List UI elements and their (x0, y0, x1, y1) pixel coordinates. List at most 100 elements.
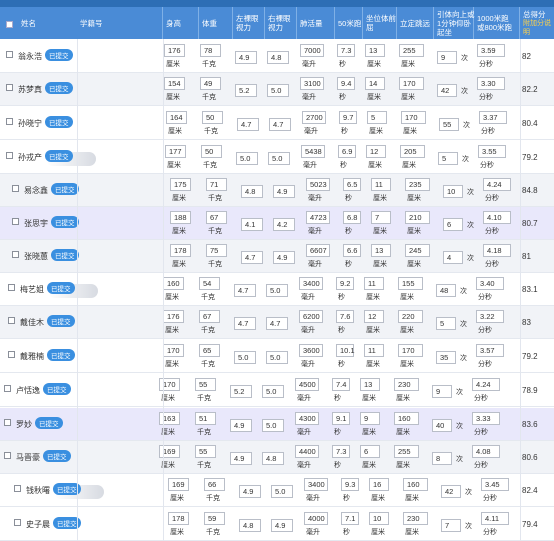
pullup-input[interactable]: 40 (432, 419, 452, 432)
lung-input[interactable]: 6607 (306, 244, 330, 257)
left-eye-input[interactable]: 4.7 (234, 317, 256, 330)
height-input[interactable]: 177 (165, 145, 186, 158)
run1000-input[interactable]: 4.24 (472, 378, 500, 391)
left-eye-input[interactable]: 5.0 (234, 351, 256, 364)
run50-input[interactable]: 9.4 (337, 77, 355, 90)
weight-input[interactable]: 66 (204, 478, 225, 491)
run50-input[interactable]: 7.3 (332, 445, 350, 458)
row-checkbox[interactable] (6, 84, 13, 91)
height-input[interactable]: 169 (168, 478, 189, 491)
left-eye-input[interactable]: 4.8 (239, 519, 261, 532)
height-input[interactable]: 188 (170, 211, 191, 224)
pullup-input[interactable]: 48 (436, 284, 456, 297)
sit-reach-input[interactable]: 12 (366, 145, 386, 158)
run1000-input[interactable]: 3.57 (476, 344, 504, 357)
weight-input[interactable]: 78 (200, 44, 221, 57)
sit-reach-input[interactable]: 9 (360, 412, 380, 425)
left-eye-input[interactable]: 4.9 (230, 419, 252, 432)
lung-input[interactable]: 5438 (301, 145, 325, 158)
run1000-input[interactable]: 3.55 (478, 145, 506, 158)
height-input[interactable]: 178 (168, 512, 189, 525)
long-jump-input[interactable]: 220 (398, 310, 423, 323)
lung-input[interactable]: 5023 (306, 178, 330, 191)
sit-reach-input[interactable]: 6 (360, 445, 380, 458)
pullup-input[interactable]: 35 (436, 351, 456, 364)
run1000-input[interactable]: 3.33 (472, 412, 500, 425)
left-eye-input[interactable]: 4.9 (239, 485, 261, 498)
weight-input[interactable]: 54 (199, 277, 220, 290)
run1000-input[interactable]: 3.59 (477, 44, 505, 57)
right-eye-input[interactable]: 5.0 (266, 284, 288, 297)
row-checkbox[interactable] (12, 218, 19, 225)
pullup-input[interactable]: 5 (438, 152, 458, 165)
left-eye-input[interactable]: 5.2 (230, 385, 252, 398)
run1000-input[interactable]: 4.08 (472, 445, 500, 458)
height-input[interactable]: 175 (170, 178, 191, 191)
left-eye-input[interactable]: 4.8 (241, 185, 263, 198)
lung-input[interactable]: 2700 (302, 111, 326, 124)
lung-input[interactable]: 4300 (295, 412, 319, 425)
long-jump-input[interactable]: 255 (394, 445, 419, 458)
sit-reach-input[interactable]: 5 (367, 111, 387, 124)
run1000-input[interactable]: 4.10 (483, 211, 511, 224)
row-checkbox[interactable] (6, 152, 13, 159)
long-jump-input[interactable]: 255 (399, 44, 424, 57)
run50-input[interactable]: 6.6 (343, 244, 361, 257)
run1000-input[interactable]: 4.18 (483, 244, 511, 257)
right-eye-input[interactable]: 4.9 (273, 251, 295, 264)
sit-reach-input[interactable]: 16 (369, 478, 389, 491)
right-eye-input[interactable]: 4.8 (262, 452, 284, 465)
run1000-input[interactable]: 3.37 (479, 111, 507, 124)
run50-input[interactable]: 9.2 (336, 277, 354, 290)
long-jump-input[interactable]: 155 (398, 277, 423, 290)
height-input[interactable]: 160 (163, 277, 184, 290)
lung-input[interactable]: 3600 (299, 344, 323, 357)
run1000-input[interactable]: 3.22 (476, 310, 504, 323)
run50-input[interactable]: 10.1 (336, 344, 355, 357)
right-eye-input[interactable]: 4.7 (269, 118, 291, 131)
row-checkbox[interactable] (4, 419, 11, 426)
right-eye-input[interactable]: 5.0 (262, 419, 284, 432)
left-eye-input[interactable]: 5.2 (235, 84, 257, 97)
height-input[interactable]: 154 (164, 77, 185, 90)
row-checkbox[interactable] (6, 51, 13, 58)
run1000-input[interactable]: 3.40 (476, 277, 504, 290)
lung-input[interactable]: 7000 (300, 44, 324, 57)
pullup-input[interactable]: 42 (437, 84, 457, 97)
run50-input[interactable]: 9.7 (339, 111, 357, 124)
left-eye-input[interactable]: 4.7 (234, 284, 256, 297)
run50-input[interactable]: 6.9 (338, 145, 356, 158)
pullup-input[interactable]: 5 (436, 317, 456, 330)
row-checkbox[interactable] (14, 485, 21, 492)
sit-reach-input[interactable]: 12 (364, 310, 384, 323)
right-eye-input[interactable]: 5.0 (268, 152, 290, 165)
lung-input[interactable]: 6200 (299, 310, 323, 323)
sit-reach-input[interactable]: 13 (360, 378, 380, 391)
run1000-input[interactable]: 4.24 (483, 178, 511, 191)
long-jump-input[interactable]: 160 (403, 478, 428, 491)
pullup-input[interactable]: 6 (443, 218, 463, 231)
weight-input[interactable]: 67 (199, 310, 220, 323)
sit-reach-input[interactable]: 10 (369, 512, 389, 525)
pullup-input[interactable]: 9 (432, 385, 452, 398)
left-eye-input[interactable]: 4.7 (241, 251, 263, 264)
sit-reach-input[interactable]: 11 (364, 277, 384, 290)
long-jump-input[interactable]: 170 (398, 344, 423, 357)
right-eye-input[interactable]: 4.9 (273, 185, 295, 198)
run50-input[interactable]: 9.1 (332, 412, 350, 425)
lung-input[interactable]: 4500 (295, 378, 319, 391)
pullup-input[interactable]: 4 (443, 251, 463, 264)
long-jump-input[interactable]: 160 (394, 412, 419, 425)
left-eye-input[interactable]: 4.7 (237, 118, 259, 131)
weight-input[interactable]: 59 (204, 512, 225, 525)
height-input[interactable]: 176 (164, 44, 185, 57)
lung-input[interactable]: 3400 (299, 277, 323, 290)
run50-input[interactable]: 7.4 (332, 378, 350, 391)
weight-input[interactable]: 49 (200, 77, 221, 90)
weight-input[interactable]: 75 (206, 244, 227, 257)
right-eye-input[interactable]: 4.2 (273, 218, 295, 231)
height-input[interactable]: 176 (163, 310, 184, 323)
weight-input[interactable]: 55 (195, 445, 216, 458)
pullup-input[interactable]: 8 (432, 452, 452, 465)
weight-input[interactable]: 50 (201, 145, 222, 158)
